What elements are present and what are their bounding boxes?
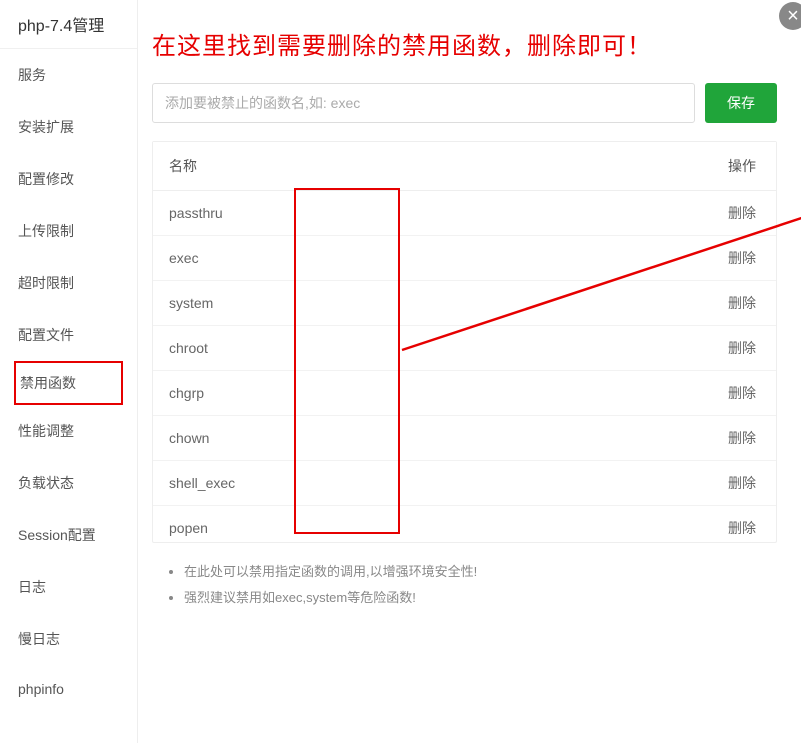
sidebar-item-3[interactable]: 上传限制	[0, 205, 137, 257]
delete-link[interactable]: 删除	[728, 520, 756, 536]
function-name-cell: chroot	[153, 326, 531, 371]
sidebar-item-11[interactable]: 慢日志	[0, 613, 137, 665]
table-row: popen 删除	[153, 506, 776, 543]
sidebar-item-12[interactable]: phpinfo	[0, 665, 137, 713]
note-item: 强烈建议禁用如exec,system等危险函数!	[184, 585, 777, 611]
table-row: passthru 删除	[153, 191, 776, 236]
save-button[interactable]: 保存	[705, 83, 777, 123]
delete-link[interactable]: 删除	[728, 295, 756, 311]
col-header-name: 名称	[153, 142, 531, 191]
table-row: chown 删除	[153, 416, 776, 461]
sidebar-item-4[interactable]: 超时限制	[0, 257, 137, 309]
table-scroll[interactable]: 名称 操作 passthru删除exec删除system删除chroot删除ch…	[153, 142, 776, 542]
sidebar-item-5[interactable]: 配置文件	[0, 309, 137, 361]
main-panel: 在这里找到需要删除的禁用函数，删除即可！ 保存 名称 操作 passthru 删除…	[138, 0, 801, 743]
function-name-cell: system	[153, 281, 531, 326]
delete-link[interactable]: 删除	[728, 205, 756, 221]
annotation-text: 在这里找到需要删除的禁用函数，删除即可！	[152, 0, 781, 83]
modal-title: php-7.4管理	[0, 0, 137, 49]
table-row: exec 删除	[153, 236, 776, 281]
disabled-functions-table: 名称 操作 passthru删除exec删除system删除chroot删除ch…	[152, 141, 777, 543]
function-name-input[interactable]	[152, 83, 695, 123]
table-row: chroot 删除	[153, 326, 776, 371]
delete-link[interactable]: 删除	[728, 475, 756, 491]
sidebar-item-9[interactable]: Session配置	[0, 509, 137, 561]
sidebar-item-10[interactable]: 日志	[0, 561, 137, 613]
sidebar-item-0[interactable]: 服务	[0, 49, 137, 101]
delete-link[interactable]: 删除	[728, 250, 756, 266]
sidebar-item-8[interactable]: 负载状态	[0, 457, 137, 509]
function-name-cell: shell_exec	[153, 461, 531, 506]
col-header-action: 操作	[531, 142, 776, 191]
modal-container: php-7.4管理 服务安装扩展配置修改上传限制超时限制配置文件禁用函数性能调整…	[0, 0, 801, 743]
sidebar: php-7.4管理 服务安装扩展配置修改上传限制超时限制配置文件禁用函数性能调整…	[0, 0, 138, 743]
function-name-cell: popen	[153, 506, 531, 543]
function-name-cell: exec	[153, 236, 531, 281]
table-row: system 删除	[153, 281, 776, 326]
table-row: shell_exec 删除	[153, 461, 776, 506]
sidebar-item-6[interactable]: 禁用函数	[14, 361, 123, 405]
delete-link[interactable]: 删除	[728, 430, 756, 446]
input-row: 保存	[152, 83, 781, 123]
function-name-cell: passthru	[153, 191, 531, 236]
notes-section: 在此处可以禁用指定函数的调用,以增强环境安全性!强烈建议禁用如exec,syst…	[152, 543, 781, 621]
sidebar-item-7[interactable]: 性能调整	[0, 405, 137, 457]
delete-link[interactable]: 删除	[728, 340, 756, 356]
sidebar-item-2[interactable]: 配置修改	[0, 153, 137, 205]
function-name-cell: chown	[153, 416, 531, 461]
function-name-cell: chgrp	[153, 371, 531, 416]
table-row: chgrp 删除	[153, 371, 776, 416]
note-item: 在此处可以禁用指定函数的调用,以增强环境安全性!	[184, 559, 777, 585]
sidebar-item-1[interactable]: 安装扩展	[0, 101, 137, 153]
delete-link[interactable]: 删除	[728, 385, 756, 401]
